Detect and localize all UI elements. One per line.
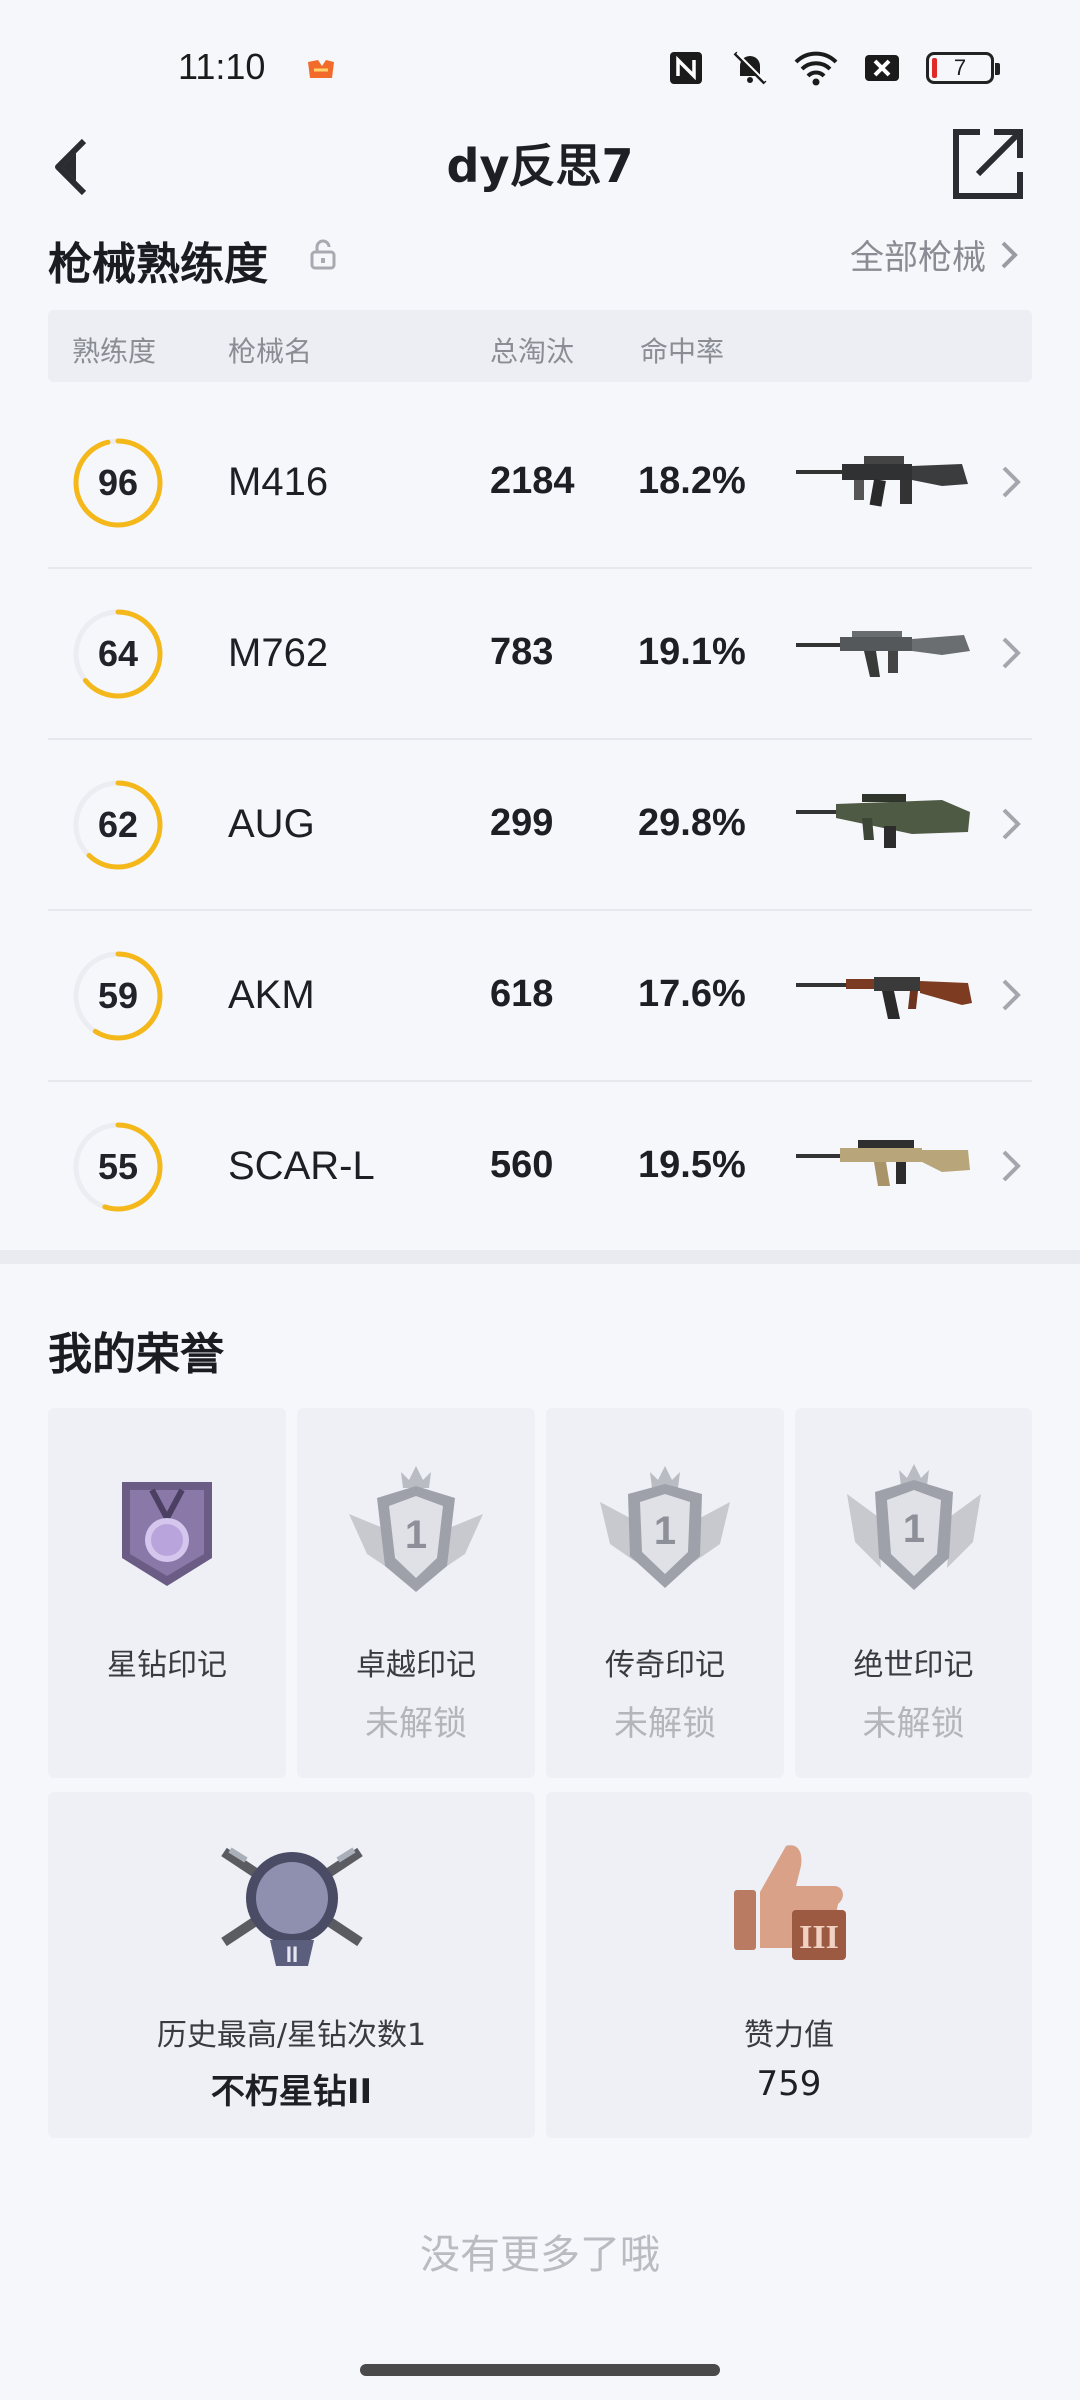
app-notification-icon [308, 60, 334, 78]
all-weapons-label: 全部枪械 [850, 238, 986, 278]
weapon-kills: 299 [490, 802, 554, 844]
proficiency-value: 55 [97, 1146, 139, 1187]
svg-text:1: 1 [903, 1507, 925, 1551]
weapon-accuracy: 18.2% [638, 460, 746, 502]
likes-label: 赞力值 [744, 2018, 834, 2053]
svg-text:III: III [799, 1919, 839, 1956]
weapon-row[interactable]: 62 AUG 299 29.8% [48, 740, 1032, 911]
weapon-name: M416 [228, 460, 329, 504]
weapon-accuracy: 17.6% [638, 973, 746, 1015]
rank-value: 不朽星钻II [210, 2072, 373, 2112]
share-button[interactable] [948, 124, 1028, 204]
akm-rifle-icon [796, 977, 972, 1019]
mute-bell-icon [733, 51, 767, 85]
chevron-right-icon [1002, 637, 1021, 669]
col-accuracy: 命中率 [640, 335, 725, 368]
honor-card-legend[interactable]: 1 传奇印记 未解锁 [546, 1408, 784, 1778]
weapon-kills: 2184 [490, 460, 575, 502]
chevron-right-icon [1001, 241, 1018, 268]
battery-icon: 7 [926, 52, 1000, 84]
weapon-row[interactable]: 64 M762 783 19.1% [48, 569, 1032, 740]
honors-title: 我的荣誉 [48, 1329, 224, 1380]
no-more-text: 没有更多了哦 [420, 2232, 660, 2278]
col-total-kills: 总淘汰 [490, 335, 575, 368]
chevron-right-icon [1002, 979, 1021, 1011]
weapon-proficiency-title: 枪械熟练度 [48, 239, 268, 290]
thumbs-up-icon: III [734, 1845, 846, 1960]
chevron-right-icon [1002, 1150, 1021, 1182]
chevron-right-icon [1002, 466, 1021, 498]
home-indicator[interactable] [360, 2364, 720, 2376]
m762-rifle-icon [796, 631, 970, 677]
weapon-name: AUG [228, 802, 315, 846]
rank-label: 历史最高/星钻次数1 [156, 2018, 427, 2053]
svg-text:1: 1 [405, 1513, 427, 1557]
proficiency-value: 62 [97, 804, 139, 845]
no-sim-icon [865, 55, 899, 81]
honor-label: 卓越印记 [356, 1648, 476, 1683]
scar-l-rifle-icon [796, 1140, 970, 1186]
weapon-kills: 783 [490, 631, 554, 673]
weapon-kills: 618 [490, 973, 554, 1015]
legend-emblem-icon: 1 [600, 1466, 730, 1588]
wifi-icon [794, 51, 838, 86]
weapon-row[interactable]: 59 AKM 618 17.6% [48, 911, 1032, 1082]
col-weapon-name: 枪械名 [228, 335, 313, 368]
svg-text:II: II [286, 1942, 298, 1967]
peerless-emblem-icon: 1 [847, 1464, 981, 1590]
proficiency-value: 96 [97, 462, 139, 503]
honor-card-star-diamond[interactable]: 星钻印记 [48, 1408, 286, 1778]
weapon-accuracy: 19.5% [638, 1144, 746, 1186]
honor-card-peerless[interactable]: 1 绝世印记 未解锁 [795, 1408, 1032, 1778]
star-diamond-medal-icon [122, 1482, 212, 1586]
weapon-kills: 560 [490, 1144, 554, 1186]
svg-text:1: 1 [654, 1509, 676, 1553]
weapon-accuracy: 29.8% [638, 802, 746, 844]
honor-label: 传奇印记 [605, 1648, 725, 1683]
honor-status: 未解锁 [365, 1704, 467, 1744]
honor-label: 绝世印记 [853, 1648, 974, 1683]
weapon-row[interactable]: 55 SCAR-L 560 19.5% [48, 1082, 1032, 1253]
col-proficiency: 熟练度 [72, 335, 157, 368]
honor-card-likes[interactable]: III 赞力值 759 [546, 1792, 1032, 2138]
chevron-right-icon [1002, 808, 1021, 840]
proficiency-value: 64 [97, 633, 139, 674]
weapon-list: 96 M416 2184 18.2% 64 M762 783 19.1% 62 … [48, 398, 1032, 1253]
rank-emblem-icon: II [221, 1847, 363, 1967]
weapon-accuracy: 19.1% [638, 631, 746, 673]
honor-card-excellence[interactable]: 1 卓越印记 未解锁 [297, 1408, 535, 1778]
all-weapons-link[interactable]: 全部枪械 [850, 230, 1018, 279]
m416-rifle-icon [796, 456, 968, 507]
honor-label: 星钻印记 [107, 1648, 227, 1683]
page-title: dy反思7 [446, 139, 634, 193]
honor-status: 未解锁 [614, 1704, 716, 1744]
weapon-table-header: 熟练度 枪械名 总淘汰 命中率 [48, 310, 1032, 382]
weapon-name: AKM [228, 973, 315, 1017]
likes-value: 759 [756, 2064, 822, 2104]
weapon-row[interactable]: 96 M416 2184 18.2% [48, 398, 1032, 569]
section-divider [0, 1250, 1080, 1264]
aug-rifle-icon [796, 794, 970, 848]
honor-status: 未解锁 [862, 1704, 965, 1744]
proficiency-value: 59 [97, 975, 139, 1016]
honor-card-highest-rank[interactable]: II 历史最高/星钻次数1 不朽星钻II [48, 1792, 535, 2138]
weapon-name: M762 [228, 631, 329, 675]
nfc-icon [670, 52, 702, 84]
weapon-name: SCAR-L [228, 1144, 375, 1188]
battery-level: 7 [953, 55, 967, 80]
excellence-emblem-icon: 1 [349, 1466, 483, 1592]
status-time: 11:10 [178, 46, 266, 87]
lock-icon[interactable] [308, 238, 338, 270]
